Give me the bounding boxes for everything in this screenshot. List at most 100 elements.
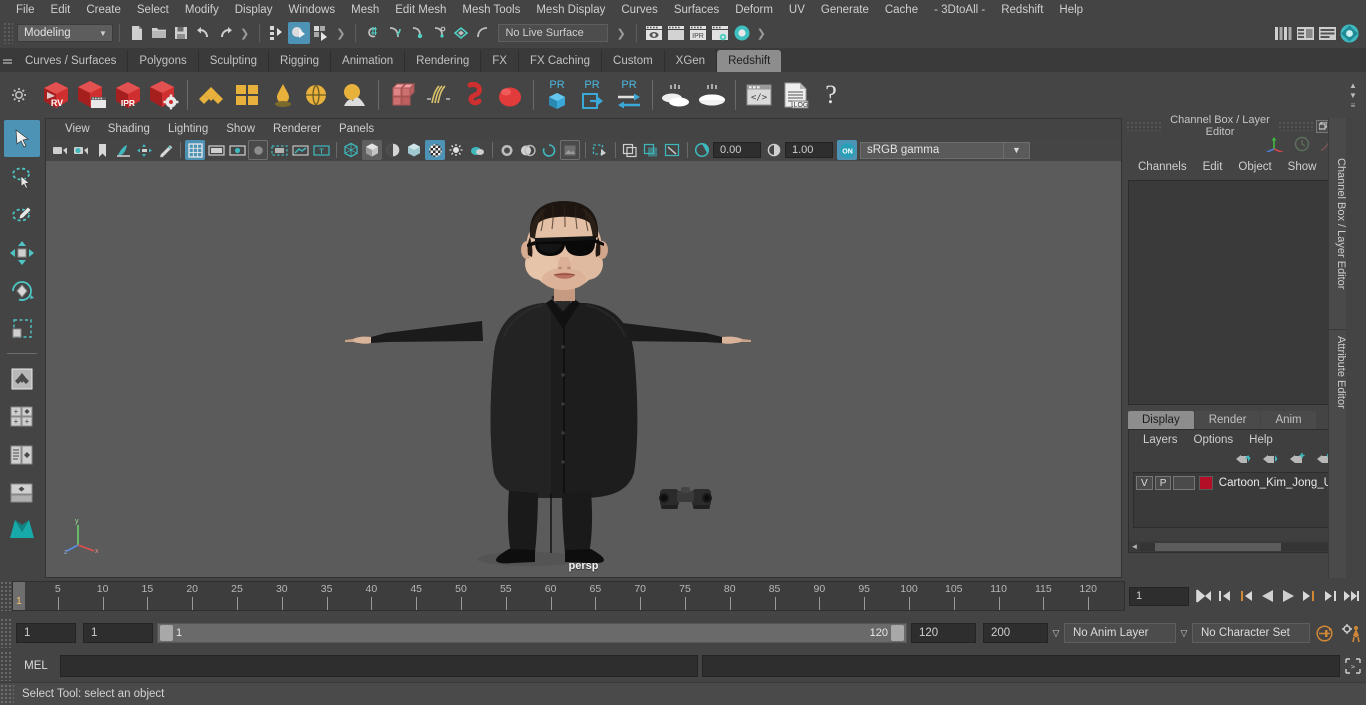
- panel-grip[interactable]: [1126, 121, 1162, 131]
- side-tab-attribute-editor[interactable]: Attribute Editor: [1329, 330, 1347, 415]
- play-forwards-icon[interactable]: [1279, 586, 1297, 606]
- side-tab-channel-box[interactable]: Channel Box / Layer Editor: [1329, 118, 1347, 330]
- undo-icon[interactable]: [192, 22, 214, 44]
- live-surface-field[interactable]: No Live Surface: [498, 24, 609, 42]
- redshift-ipr-icon[interactable]: IPR: [110, 75, 146, 115]
- status-line-expand-arrow-3[interactable]: ❯: [612, 27, 629, 40]
- shelf-menu-icon[interactable]: ≡: [1351, 101, 1356, 109]
- layer-list[interactable]: V P Cartoon_Kim_Jong_Un: [1133, 472, 1337, 528]
- open-scene-icon[interactable]: [148, 22, 170, 44]
- menu-item-modify[interactable]: Modify: [177, 0, 227, 20]
- layer-editor-tab-display[interactable]: Display: [1128, 411, 1194, 429]
- show-hide-modeling-toolkit-icon[interactable]: [1272, 22, 1294, 44]
- gamma-control-icon[interactable]: [764, 140, 784, 160]
- redshift-pr-object-icon[interactable]: PR: [539, 75, 575, 115]
- layer-color-swatch[interactable]: [1199, 476, 1213, 490]
- textured-icon[interactable]: [404, 140, 424, 160]
- redshift-pr-transfer-icon[interactable]: PR: [611, 75, 647, 115]
- status-line-expand-arrow-4[interactable]: ❯: [753, 27, 770, 40]
- scroll-left-icon[interactable]: ◄: [1129, 542, 1140, 551]
- menu-item-file[interactable]: File: [8, 0, 43, 20]
- isolate-selected-components-icon[interactable]: [641, 140, 661, 160]
- redshift-render-sequence-icon[interactable]: [74, 75, 110, 115]
- gate-mask-icon[interactable]: [248, 140, 268, 160]
- go-to-start-icon[interactable]: [1195, 586, 1213, 606]
- menu-item-uv[interactable]: UV: [781, 0, 813, 20]
- menu-item-help[interactable]: Help: [1051, 0, 1091, 20]
- camera-attributes-icon[interactable]: [71, 140, 91, 160]
- character-set-dropdown-arrow[interactable]: ▽: [1176, 628, 1192, 639]
- redshift-hair-icon[interactable]: [420, 75, 456, 115]
- layer-row[interactable]: V P Cartoon_Kim_Jong_Un: [1134, 475, 1336, 491]
- chevron-down-icon[interactable]: ▼: [1349, 91, 1357, 99]
- layer-editor-menu-help[interactable]: Help: [1241, 434, 1281, 446]
- 2d-pan-zoom-icon[interactable]: [134, 140, 154, 160]
- layer-name[interactable]: Cartoon_Kim_Jong_Un: [1219, 477, 1336, 489]
- outliner-persp-layout[interactable]: [4, 436, 40, 473]
- viewport-menu-shading[interactable]: Shading: [99, 119, 159, 139]
- chevron-up-icon[interactable]: ▲: [1349, 81, 1357, 89]
- menu-item-redshift[interactable]: Redshift: [993, 0, 1051, 20]
- current-frame-field[interactable]: 1: [1129, 586, 1189, 606]
- select-camera-icon[interactable]: [50, 140, 70, 160]
- redshift-log-icon[interactable]: .LOG: [777, 75, 813, 115]
- use-default-lighting-icon[interactable]: [425, 140, 445, 160]
- channel-box-menu-edit[interactable]: Edit: [1195, 161, 1231, 173]
- new-layer-icon[interactable]: [1290, 452, 1306, 468]
- menu-item-create[interactable]: Create: [78, 0, 129, 20]
- layer-editor-menu-layers[interactable]: Layers: [1135, 434, 1186, 446]
- move-tool[interactable]: [4, 234, 40, 271]
- anim-layer-selector[interactable]: No Anim Layer: [1064, 623, 1176, 643]
- xray-joints-icon[interactable]: [590, 140, 610, 160]
- range-slider-grip[interactable]: [0, 618, 12, 648]
- step-back-frame-icon[interactable]: [1216, 586, 1234, 606]
- smooth-shade-all-icon[interactable]: [362, 140, 382, 160]
- lasso-select-tool[interactable]: [4, 158, 40, 195]
- select-tool[interactable]: [4, 120, 40, 157]
- channel-box-menu-show[interactable]: Show: [1280, 161, 1325, 173]
- color-profile-field[interactable]: sRGB gamma: [860, 141, 1004, 159]
- film-origin-icon[interactable]: [269, 140, 289, 160]
- snap-curve-icon[interactable]: [384, 22, 406, 44]
- show-hide-tool-settings-icon[interactable]: [1316, 22, 1338, 44]
- menu-item-select[interactable]: Select: [129, 0, 177, 20]
- menu-item-mesh-tools[interactable]: Mesh Tools: [454, 0, 528, 20]
- shelf-tab-fx[interactable]: FX: [481, 50, 519, 72]
- viewport-menu-panels[interactable]: Panels: [330, 119, 383, 139]
- isolate-selected-objects-icon[interactable]: [620, 140, 640, 160]
- persp-layout[interactable]: [4, 474, 40, 511]
- layer-state-toggle[interactable]: [1173, 476, 1196, 490]
- redshift-pr-export-icon[interactable]: PR: [575, 75, 611, 115]
- time-slider-cursor[interactable]: 1: [13, 582, 25, 610]
- redshift-light-icon[interactable]: [265, 75, 301, 115]
- select-object-icon[interactable]: [288, 22, 311, 44]
- select-hierarchy-icon[interactable]: [266, 22, 288, 44]
- redshift-material-blender-icon[interactable]: [229, 75, 265, 115]
- select-component-icon[interactable]: [310, 22, 332, 44]
- shelf-scroll-arrows[interactable]: ▲ ▼ ≡: [1344, 72, 1362, 118]
- shelf-tab-curves-surfaces[interactable]: Curves / Surfaces: [14, 50, 129, 72]
- anim-start-field[interactable]: 1: [16, 623, 76, 643]
- rotate-tool[interactable]: [4, 272, 40, 309]
- snap-view-plane-icon[interactable]: [450, 22, 472, 44]
- menu-item-deform[interactable]: Deform: [727, 0, 781, 20]
- grid-toggle-icon[interactable]: [185, 140, 205, 160]
- shadows-icon[interactable]: [446, 140, 466, 160]
- play-backwards-icon[interactable]: [1258, 586, 1276, 606]
- time-slider-grip[interactable]: [0, 581, 12, 611]
- mel-input-right[interactable]: [702, 655, 1340, 677]
- show-hide-attribute-editor-icon[interactable]: [1294, 22, 1316, 44]
- redshift-volume-icon[interactable]: [456, 75, 492, 115]
- animation-preferences-icon[interactable]: [1338, 623, 1366, 643]
- time-slider-track[interactable]: 1 5 10 15 20 25 30 35 40 45 50 55 60 65 70 75 80 85 90 95 1…: [12, 581, 1125, 611]
- redshift-help-icon[interactable]: ?: [813, 75, 849, 115]
- redshift-dome-light-icon[interactable]: [301, 75, 337, 115]
- safe-title-icon[interactable]: T: [311, 140, 331, 160]
- viewport-menu-renderer[interactable]: Renderer: [264, 119, 330, 139]
- gamma-value-field[interactable]: 1.00: [785, 142, 833, 158]
- single-pane-layout[interactable]: [4, 360, 40, 397]
- paint-select-tool[interactable]: [4, 196, 40, 233]
- viewport-canvas[interactable]: y x z persp: [46, 161, 1121, 577]
- resolution-gate-icon[interactable]: [227, 140, 247, 160]
- range-start-field[interactable]: 1: [83, 623, 153, 643]
